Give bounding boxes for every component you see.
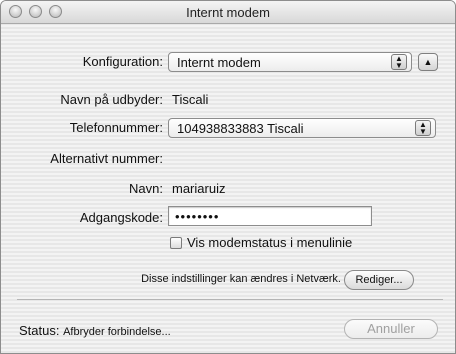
phone-value: 104938833883 Tiscali [177, 121, 304, 136]
modem-status-checkbox[interactable] [170, 237, 182, 249]
name-label: Navn: [129, 181, 163, 196]
popup-arrows-icon: ▲ ▼ [391, 54, 407, 70]
network-note: Disse indstillinger kan ændres i Netværk… [141, 273, 341, 285]
modem-window: Internt modem Konfiguration: Internt mod… [0, 0, 456, 354]
password-label: Adgangskode: [79, 210, 163, 225]
configuration-value: Internt modem [177, 55, 261, 70]
provider-label: Navn på udbyder: [60, 92, 163, 107]
phone-popup[interactable]: 104938833883 Tiscali ▲ ▼ [168, 118, 436, 138]
cancel-button[interactable]: Annuller [344, 319, 438, 339]
password-field[interactable]: •••••••• [168, 206, 372, 226]
status-row: Status: Afbryder forbindelse... [19, 323, 171, 338]
edit-button[interactable]: Rediger... [344, 270, 414, 290]
disclosure-triangle-button[interactable]: ▲ [418, 53, 438, 71]
title-bar: Internt modem [1, 1, 455, 24]
separator [17, 299, 443, 300]
configuration-popup[interactable]: Internt modem ▲ ▼ [168, 52, 412, 72]
name-value: mariaruiz [172, 181, 226, 196]
alternative-number-label: Alternativt nummer: [50, 151, 163, 166]
configuration-label: Konfiguration: [82, 54, 163, 69]
phone-label: Telefonnummer: [69, 120, 163, 135]
provider-value: Tiscali [172, 92, 209, 107]
modem-status-label: Vis modemstatus i menulinie [187, 235, 353, 250]
status-value: Afbryder forbindelse... [63, 326, 171, 338]
popup-arrows-icon: ▲ ▼ [415, 120, 431, 136]
status-label: Status: [19, 323, 60, 338]
window-title: Internt modem [186, 5, 270, 20]
